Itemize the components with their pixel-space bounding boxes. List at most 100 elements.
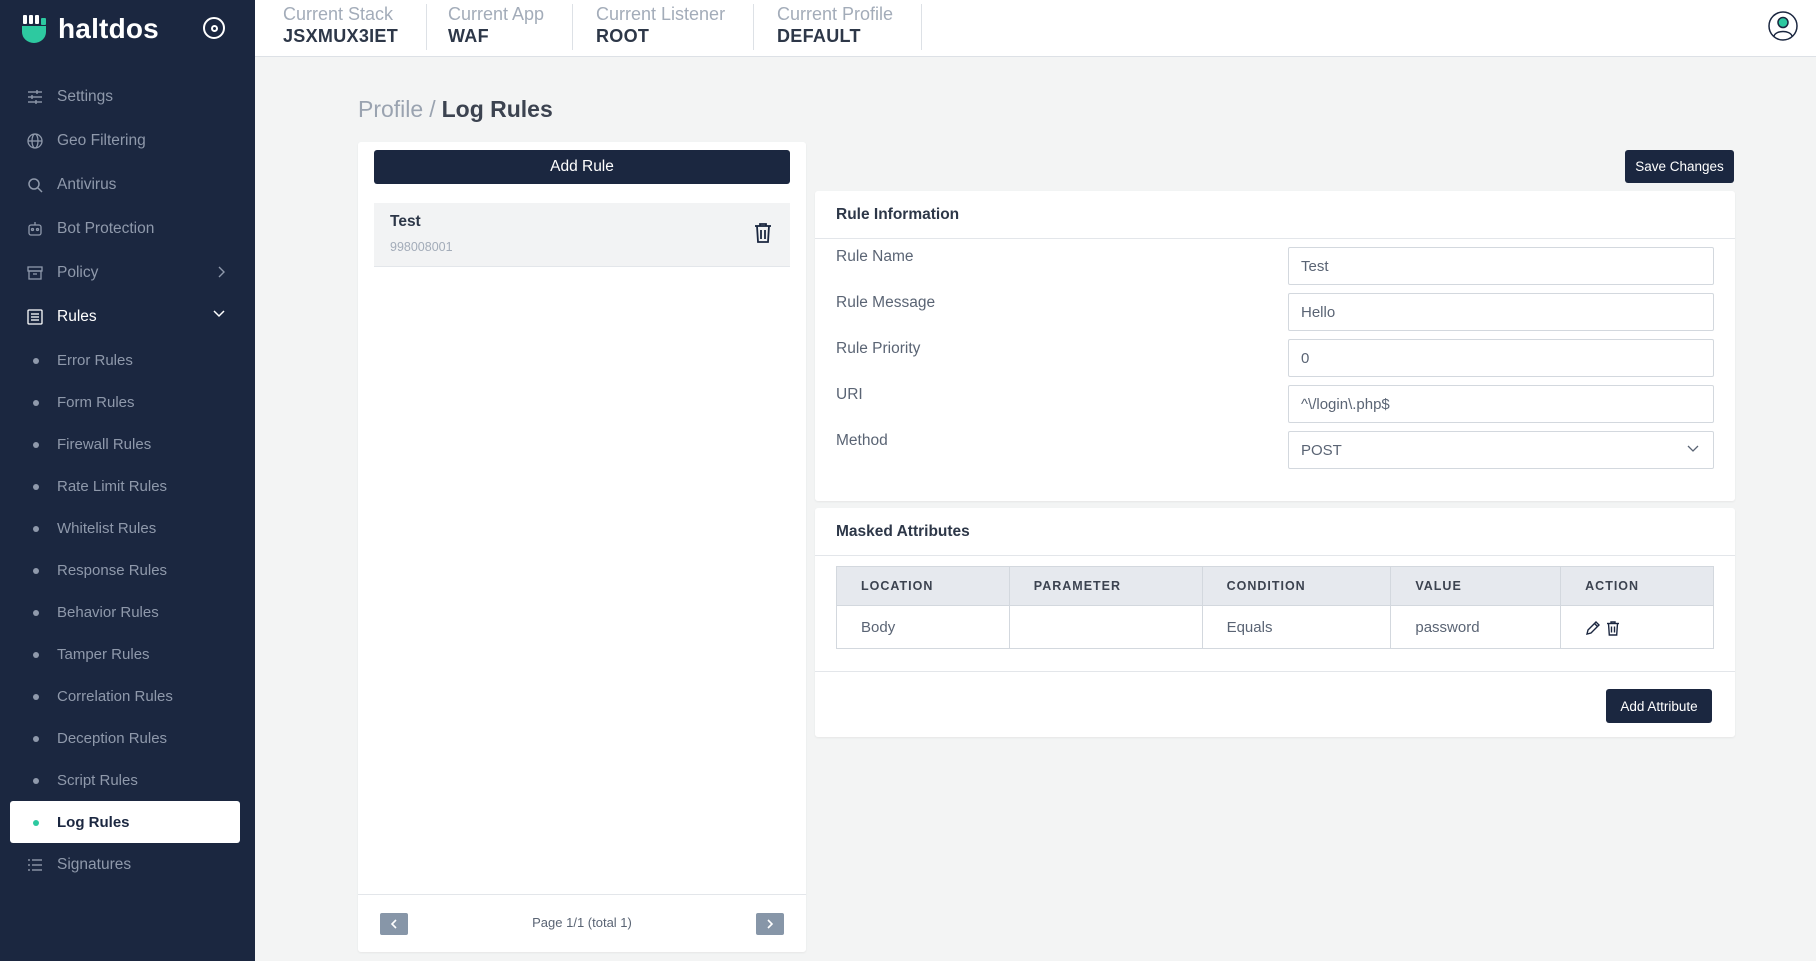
sidebar-item-policy[interactable]: Policy xyxy=(0,251,255,295)
rule-priority-row: Rule Priority xyxy=(836,339,1714,379)
top-bar: Current Stack JSXMUX3IET Current App WAF… xyxy=(255,0,1816,57)
table-header-row: LOCATION PARAMETER CONDITION VALUE ACTIO… xyxy=(836,566,1714,606)
rule-information-card: Rule Information Rule Name Rule Message … xyxy=(815,191,1735,501)
sidebar-item-settings[interactable]: Settings xyxy=(0,75,255,119)
rule-title: Test xyxy=(390,213,421,230)
sidebar-subitem-whitelist-rules[interactable]: Whitelist Rules xyxy=(0,507,255,549)
current-stack[interactable]: Current Stack JSXMUX3IET xyxy=(255,4,428,50)
rule-name-input[interactable] xyxy=(1288,247,1714,285)
current-profile-label: Current Profile xyxy=(777,4,894,24)
sidebar-subitem-correlation-rules[interactable]: Correlation Rules xyxy=(0,675,255,717)
current-listener[interactable]: Current Listener ROOT xyxy=(568,4,755,50)
sidebar-item-label: Bot Protection xyxy=(57,220,155,237)
add-attribute-button[interactable]: Add Attribute xyxy=(1606,689,1712,723)
current-app[interactable]: Current App WAF xyxy=(420,4,574,50)
chevron-right-icon xyxy=(767,919,774,929)
globe-icon xyxy=(27,133,43,149)
pagination: Page 1/1 (total 1) xyxy=(358,894,806,952)
sidebar-subitem-deception-rules[interactable]: Deception Rules xyxy=(0,717,255,759)
sliders-icon xyxy=(27,89,43,105)
chevron-right-icon xyxy=(218,266,225,278)
current-listener-value: ROOT xyxy=(596,26,650,46)
sidebar-item-label: Signatures xyxy=(57,856,132,873)
brand[interactable]: haltdos xyxy=(20,12,159,46)
sidebar-item-bot-protection[interactable]: Bot Protection xyxy=(0,207,255,251)
sidebar: haltdos Settings Geo Filtering Antivirus xyxy=(0,0,255,961)
rule-message-row: Rule Message xyxy=(836,293,1714,333)
current-profile[interactable]: Current Profile DEFAULT xyxy=(749,4,923,50)
current-stack-value: JSXMUX3IET xyxy=(283,26,399,46)
page-title: Log Rules xyxy=(441,96,553,122)
current-stack-label: Current Stack xyxy=(283,4,394,24)
sidebar-subitem-script-rules[interactable]: Script Rules xyxy=(0,759,255,801)
edit-icon[interactable] xyxy=(1585,620,1601,636)
robot-icon xyxy=(27,221,43,237)
chevron-down-icon xyxy=(213,310,225,318)
rule-name-row: Rule Name xyxy=(836,247,1714,287)
breadcrumb: Profile / Log Rules xyxy=(358,96,553,123)
brand-name: haltdos xyxy=(58,13,159,44)
method-select[interactable]: POST xyxy=(1288,431,1714,469)
sidebar-item-signatures[interactable]: Signatures xyxy=(0,843,255,887)
table-row: Body Equals password xyxy=(836,605,1714,649)
trash-icon[interactable] xyxy=(1605,620,1621,636)
column-header: ACTION xyxy=(1560,566,1714,606)
sidebar-subitem-behavior-rules[interactable]: Behavior Rules xyxy=(0,591,255,633)
sidebar-subitem-response-rules[interactable]: Response Rules xyxy=(0,549,255,591)
cell-condition: Equals xyxy=(1201,605,1392,649)
sidebar-item-rules[interactable]: Rules xyxy=(0,295,255,339)
sidebar-subitem-form-rules[interactable]: Form Rules xyxy=(0,381,255,423)
sidebar-nav: Settings Geo Filtering Antivirus Bot Pro… xyxy=(0,75,255,887)
current-profile-value: DEFAULT xyxy=(777,26,861,46)
column-header: LOCATION xyxy=(836,566,1010,606)
sidebar-subitem-rate-limit-rules[interactable]: Rate Limit Rules xyxy=(0,465,255,507)
current-app-label: Current App xyxy=(448,4,545,24)
cell-value: password xyxy=(1390,605,1562,649)
row-actions xyxy=(1585,620,1621,636)
sidebar-subitem-firewall-rules[interactable]: Firewall Rules xyxy=(0,423,255,465)
sidebar-item-label: Policy xyxy=(57,264,99,281)
cell-parameter xyxy=(1008,605,1203,649)
card-title: Rule Information xyxy=(815,191,1735,239)
masked-attributes-table: LOCATION PARAMETER CONDITION VALUE ACTIO… xyxy=(836,566,1714,649)
add-rule-button[interactable]: Add Rule xyxy=(374,150,790,184)
sidebar-item-geo-filtering[interactable]: Geo Filtering xyxy=(0,119,255,163)
trash-icon[interactable] xyxy=(754,222,772,244)
haltdos-logo-icon xyxy=(22,15,46,43)
divider xyxy=(815,671,1735,672)
target-icon xyxy=(210,24,218,32)
column-header: VALUE xyxy=(1390,566,1562,606)
field-label: Method xyxy=(836,432,888,449)
method-selected-value: POST xyxy=(1301,441,1342,459)
masked-attributes-card: Masked Attributes LOCATION PARAMETER CON… xyxy=(815,508,1735,737)
sidebar-item-label: Antivirus xyxy=(57,176,117,193)
list-item[interactable]: Test 998008001 xyxy=(374,203,790,267)
breadcrumb-separator: / xyxy=(429,96,436,122)
list-icon xyxy=(27,857,43,873)
chevron-down-icon xyxy=(1687,445,1699,452)
sidebar-item-label: Rules xyxy=(57,308,97,325)
current-listener-label: Current Listener xyxy=(596,4,726,24)
field-label: Rule Priority xyxy=(836,340,921,357)
card-title: Masked Attributes xyxy=(815,508,1735,556)
method-row: Method POST xyxy=(836,431,1714,471)
breadcrumb-parent[interactable]: Profile xyxy=(358,96,423,122)
sidebar-item-antivirus[interactable]: Antivirus xyxy=(0,163,255,207)
sidebar-toggle-button[interactable] xyxy=(203,17,225,39)
column-header: CONDITION xyxy=(1201,566,1392,606)
field-label: Rule Message xyxy=(836,294,936,311)
save-changes-button[interactable]: Save Changes xyxy=(1625,150,1734,183)
rule-message-input[interactable] xyxy=(1288,293,1714,331)
rule-priority-input[interactable] xyxy=(1288,339,1714,377)
field-label: URI xyxy=(836,386,863,403)
sidebar-subitem-tamper-rules[interactable]: Tamper Rules xyxy=(0,633,255,675)
next-page-button[interactable] xyxy=(756,913,784,935)
cell-location: Body xyxy=(836,605,1010,649)
list-icon xyxy=(27,309,43,325)
sidebar-subitem-log-rules[interactable]: Log Rules xyxy=(10,801,240,843)
page-indicator: Page 1/1 (total 1) xyxy=(532,915,632,930)
user-avatar-icon[interactable] xyxy=(1768,11,1798,41)
uri-input[interactable] xyxy=(1288,385,1714,423)
sidebar-item-label: Settings xyxy=(57,88,114,105)
sidebar-subitem-error-rules[interactable]: Error Rules xyxy=(0,339,255,381)
